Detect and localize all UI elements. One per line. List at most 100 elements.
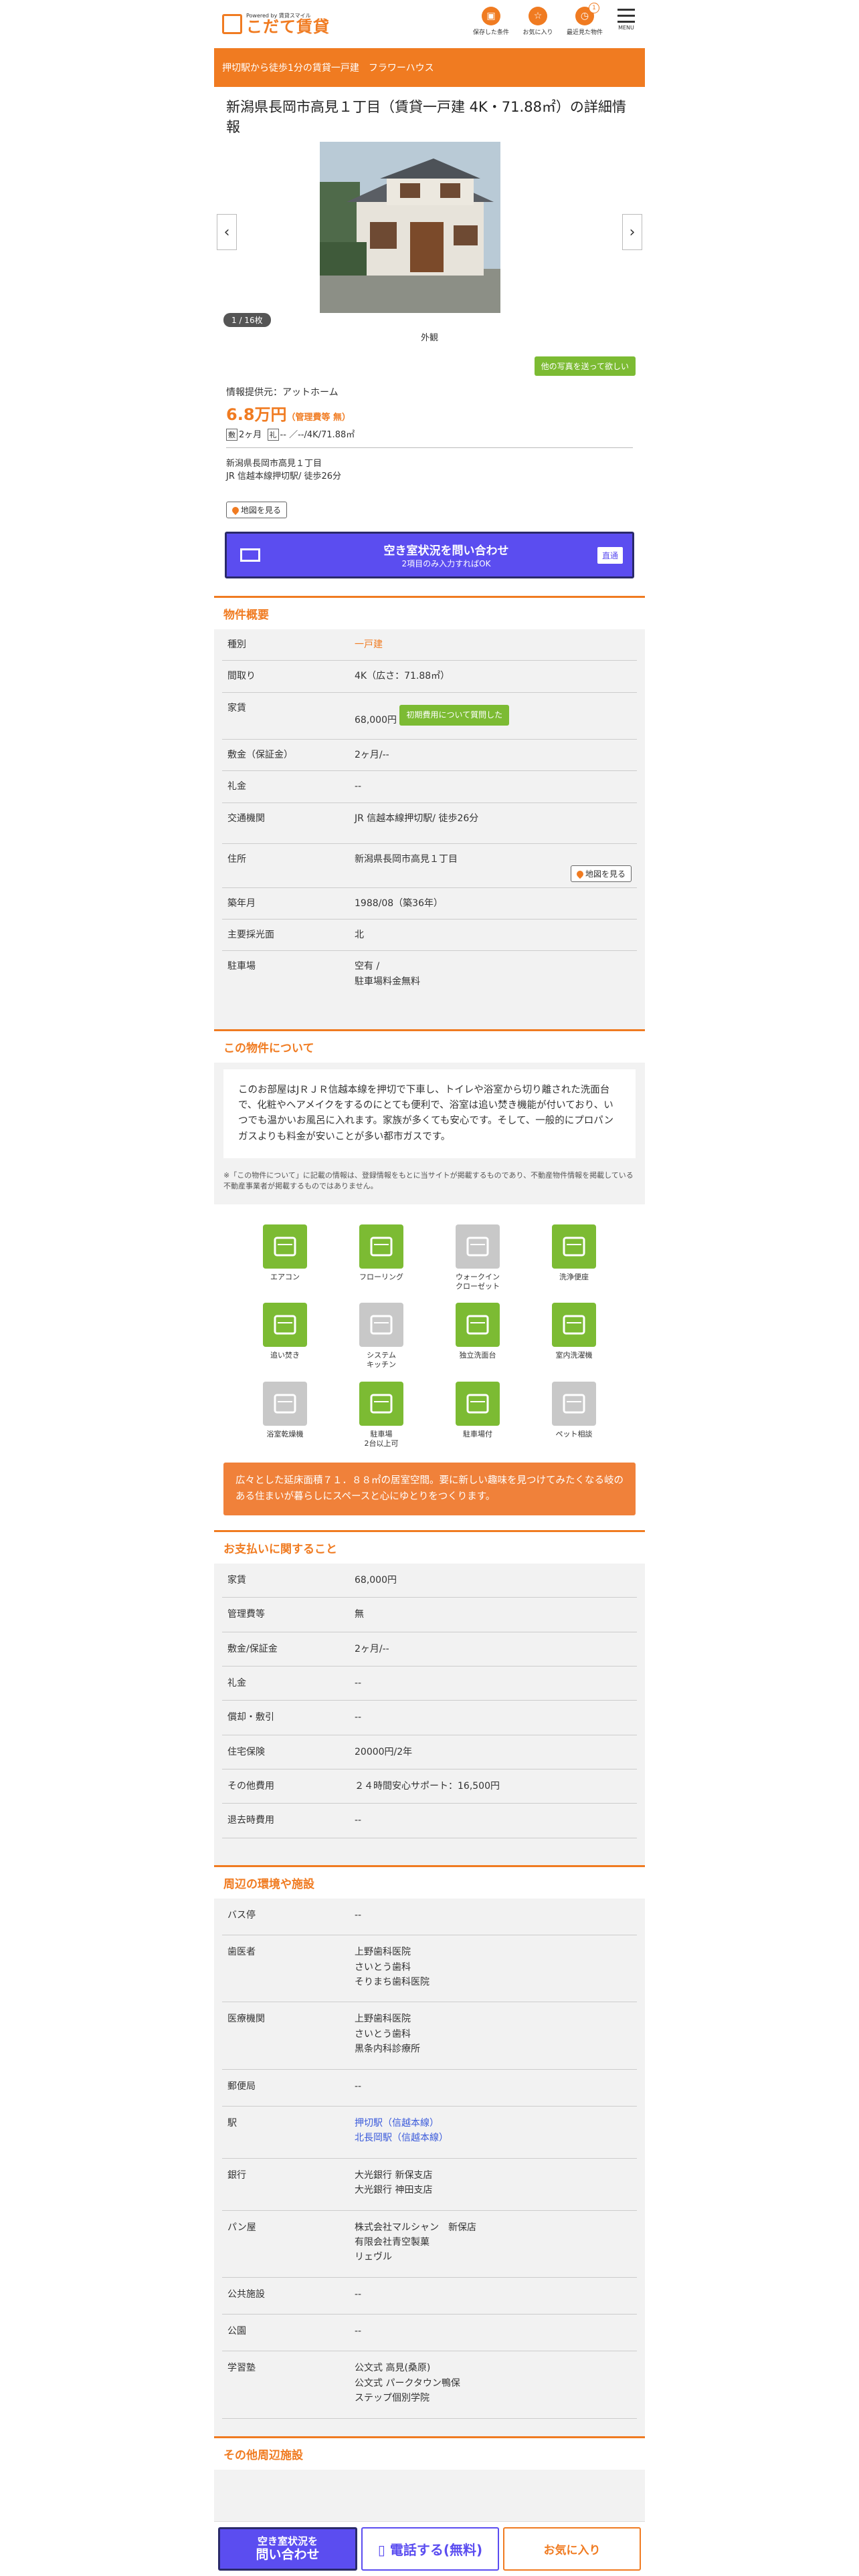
row-value: JR 信越本線押切駅/ 徒歩26分: [355, 813, 479, 824]
aircon-icon: [263, 1224, 307, 1269]
save-icon: ▣: [482, 7, 500, 25]
row-key: 退去時費用: [227, 1815, 274, 1826]
about-heading: この物件について: [214, 1029, 645, 1063]
kitchen-icon: [359, 1303, 403, 1348]
row-key: 銀行: [227, 2169, 246, 2181]
property-banner: 押切駅から徒歩1分の賃貸一戸建 フラワーハウス: [214, 48, 645, 87]
feature-label: 駐車場付: [463, 1429, 492, 1438]
row-value: 無: [355, 1609, 364, 1620]
hamburger-icon: [617, 9, 635, 11]
row-value: ２４時間安心サポート：16,500円: [355, 1781, 500, 1792]
prev-photo-arrow-icon[interactable]: ‹: [217, 214, 237, 250]
table-row: パン屋 株式会社マルシャン 新保店 有限会社青空製菓 リェヴル: [222, 2211, 637, 2278]
row-value: 大光銀行 神田支店: [355, 2185, 433, 2196]
row-key: 築年月: [227, 897, 256, 909]
row-key: 駅: [227, 2117, 237, 2129]
row-value: 空有 /: [355, 961, 380, 972]
row-key: 敷金（保証金）: [227, 749, 293, 760]
page: Powered by 賃貸スマイル こだて賃貸 ▣ 保存した条件 ☆ お気に入り ◷…: [214, 0, 645, 2576]
table-row: 償却・敷引 --: [222, 1701, 637, 1735]
row-value: 1988/08（築36年）: [355, 897, 443, 909]
feature-item: ウォークイン クローゼット: [430, 1224, 526, 1291]
row-value: --: [355, 781, 362, 792]
row-value: さいとう歯科: [355, 2028, 411, 2040]
feature-label: エアコン: [270, 1272, 300, 1281]
layout-value: --/4K/71.88㎡: [298, 430, 355, 440]
bottom-inquiry-button[interactable]: 空き室状況を 問い合わせ: [218, 2527, 357, 2571]
table-row: 銀行 大光銀行 新保支店 大光銀行 神田支店: [222, 2159, 637, 2211]
bathdryer-icon: [263, 1381, 307, 1426]
recently-viewed-button[interactable]: ◷ 1 最近見た物件: [566, 3, 603, 36]
next-photo-arrow-icon[interactable]: ›: [622, 214, 642, 250]
property-photo[interactable]: [320, 142, 500, 313]
site-header: Powered by 賃貸スマイル こだて賃貸 ▣ 保存した条件 ☆ お気に入り ◷…: [214, 0, 645, 48]
feature-label: 洗浄便座: [559, 1272, 589, 1281]
logo-text: こだて賃貸: [246, 17, 330, 36]
row-value[interactable]: 押切駅（信越本線）: [355, 2118, 439, 2129]
payment-heading: お支払いに関すること: [214, 1529, 645, 1564]
row-value[interactable]: 北長岡駅（信越本線）: [355, 2133, 448, 2143]
summary: 情報提供元：アットホーム 6.8万円（管理費等 無） 敷 2ヶ月 礼 -- ／--/…: [214, 385, 645, 518]
key-money-tag: 礼: [267, 429, 279, 441]
row-key: 償却・敷引: [227, 1712, 274, 1723]
cta-main-label: 空き室状況を問い合わせ: [383, 544, 509, 558]
deposit-tag: 敷: [226, 429, 237, 441]
inquiry-cta-button[interactable]: 空き室状況を問い合わせ 2項目のみ入力すればOK 直通: [225, 532, 634, 578]
map-pin-icon: [230, 505, 241, 515]
star-icon: ☆: [529, 7, 547, 25]
table-row: その他費用 ２４時間安心サポート：16,500円: [222, 1769, 637, 1804]
row-key: パン屋: [227, 2222, 256, 2233]
key-money-value: --: [280, 430, 286, 440]
clock-icon: ◷ 1: [575, 3, 599, 25]
about-text: このお部屋はJＲＪＲ信越本線を押切で下車し、トイレや浴室から切り離された洗面台で…: [223, 1069, 636, 1158]
payment-section: お支払いに関すること 家賃 68,000円 管理費等 無敷金/保証金 2ヶ月/-- 礼金 -…: [214, 1529, 645, 1865]
feature-item: 洗浄便座: [526, 1224, 622, 1291]
row-value: 株式会社マルシャン 新保店: [355, 2222, 476, 2233]
site-logo[interactable]: Powered by 賃貸スマイル こだて賃貸: [222, 13, 330, 35]
row-key: 交通機関: [227, 813, 265, 824]
feature-label: 追い焚き: [270, 1351, 300, 1360]
feature-label: ウォークイン クローゼット: [456, 1272, 500, 1291]
row-key: 種別: [227, 639, 246, 650]
table-row: 管理費等 無: [222, 1598, 637, 1632]
promo-box: 広々とした延床面積７１．８８㎡の居室空間。要に新しい趣味を見つけてみたくなる岐の…: [223, 1463, 636, 1515]
saved-conditions-button[interactable]: ▣ 保存した条件: [472, 7, 510, 36]
initial-cost-question-button[interactable]: 初期費用について質問した: [399, 704, 510, 726]
row-key: 主要採光面: [227, 929, 274, 940]
feature-label: フローリング: [359, 1272, 403, 1281]
table-row: 公園 --: [222, 2315, 637, 2352]
view-map-button[interactable]: 地図を見る: [226, 502, 288, 518]
feature-item: ペット相談: [526, 1381, 622, 1448]
row-key: 間取り: [227, 671, 256, 682]
favorites-button[interactable]: ☆ お気に入り: [519, 7, 557, 36]
feature-label: 独立洗面台: [459, 1351, 496, 1360]
table-row: 駅 押切駅（信越本線） 北長岡駅（信越本線）: [222, 2107, 637, 2159]
row-value: 公文式 高見(桑原): [355, 2363, 431, 2374]
row-key: 郵便局: [227, 2080, 256, 2092]
row-key: 管理費等: [227, 1609, 265, 1620]
toilet-icon: [552, 1224, 596, 1269]
row-value: --: [355, 1909, 362, 1921]
phone-button[interactable]: ▯ 電話する(無料): [361, 2527, 499, 2571]
photo-counter: 1 / 16枚: [223, 313, 271, 327]
direct-badge: 直通: [597, 547, 623, 564]
feature-label: 室内洗濯機: [555, 1351, 593, 1360]
row-value: 一戸建: [355, 639, 383, 650]
phone-icon: ▯: [377, 2542, 385, 2558]
table-row: 退去時費用 --: [222, 1804, 637, 1838]
view-map-button-2[interactable]: 地図を見る: [570, 865, 632, 883]
menu-button[interactable]: MENU: [613, 7, 640, 31]
row-key: 家賃: [227, 1574, 246, 1586]
row-key: その他費用: [227, 1781, 274, 1792]
photo-gallery: ‹ › 1 / 16枚: [214, 142, 645, 329]
feature-item: 室内洗濯機: [526, 1303, 622, 1370]
row-value: そりまち歯科医院: [355, 1977, 430, 1988]
table-row: 礼金 --: [222, 1667, 637, 1701]
row-key: 住宅保険: [227, 1746, 265, 1757]
info-provider: 情報提供元：アットホーム: [226, 387, 339, 398]
favorite-button[interactable]: お気に入り: [503, 2527, 641, 2571]
table-row: 歯医者 上野歯科医院 さいとう歯科 そりまち歯科医院: [222, 1935, 637, 2003]
row-value: さいとう歯科: [355, 1961, 411, 1973]
request-photos-button[interactable]: 他の写真を送って欲しい: [534, 356, 636, 376]
table-row: 公共施設 --: [222, 2278, 637, 2315]
